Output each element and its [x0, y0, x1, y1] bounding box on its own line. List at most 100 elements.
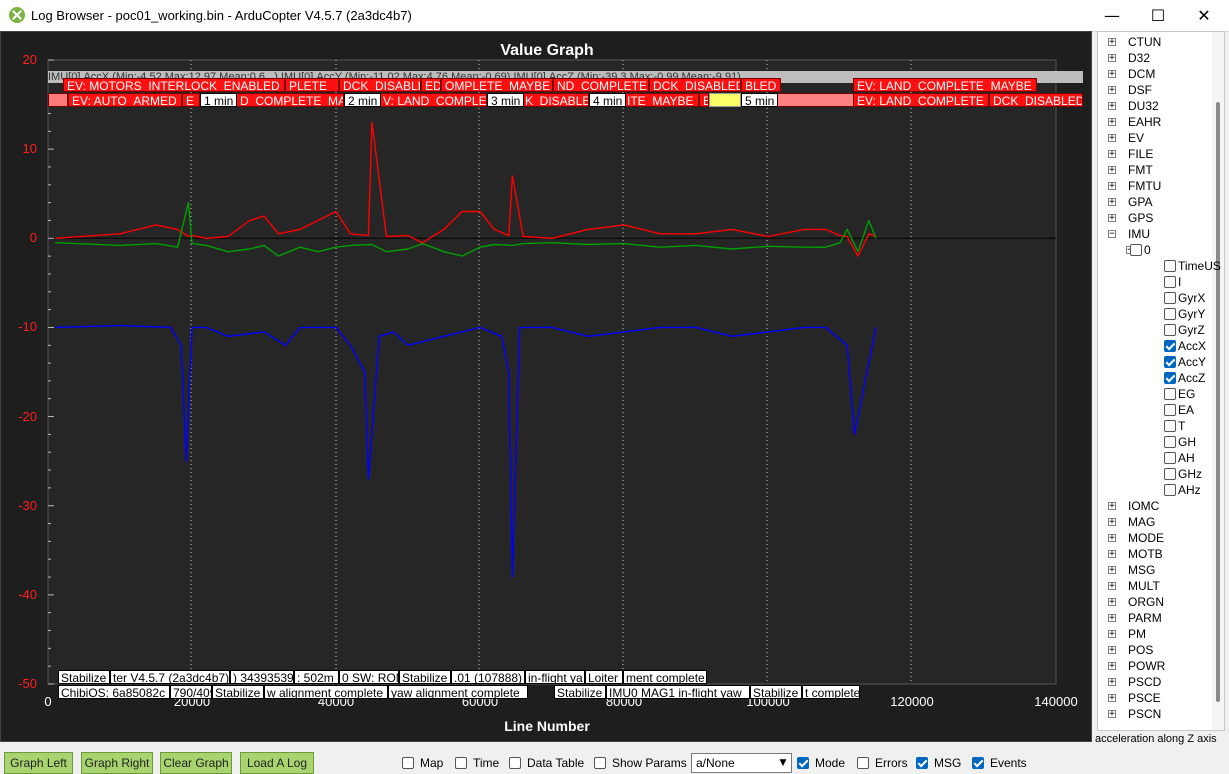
tree-item-eahr[interactable]: + EAHR: [1098, 114, 1213, 130]
field-checkbox[interactable]: [1164, 292, 1176, 304]
tree-field-gyrx[interactable]: GyrX: [1098, 290, 1213, 306]
expand-icon[interactable]: +: [1108, 150, 1116, 159]
tree-field-timeus[interactable]: TimeUS: [1098, 258, 1221, 274]
expand-icon[interactable]: +: [1108, 118, 1116, 127]
field-checkbox[interactable]: [1164, 484, 1176, 496]
tree-item-pos[interactable]: + POS: [1098, 642, 1213, 658]
expand-icon[interactable]: +: [1108, 102, 1116, 111]
tree-field-ahz[interactable]: AHz: [1098, 482, 1213, 498]
field-checkbox[interactable]: [1130, 244, 1142, 256]
mode-checkbox-box[interactable]: [797, 757, 809, 769]
tree-field-accx[interactable]: AccX: [1098, 338, 1213, 354]
chevron-down-icon[interactable]: ▼: [775, 754, 791, 772]
minimize-button[interactable]: —: [1089, 0, 1135, 31]
field-checkbox[interactable]: [1164, 276, 1176, 288]
collapse-icon[interactable]: −: [1108, 230, 1116, 239]
maximize-button[interactable]: ☐: [1135, 0, 1181, 31]
expand-icon[interactable]: +: [1108, 582, 1116, 591]
expand-icon[interactable]: +: [1108, 710, 1116, 719]
tree-item-mag[interactable]: + MAG: [1098, 514, 1213, 530]
expand-icon[interactable]: +: [1108, 38, 1116, 47]
tree-item-dcm[interactable]: + DCM: [1098, 66, 1213, 82]
field-checkbox[interactable]: [1164, 388, 1176, 400]
tree-item-msg[interactable]: + MSG: [1098, 562, 1213, 578]
graph-left-button[interactable]: Graph Left: [4, 752, 73, 774]
tree-field-i[interactable]: I: [1098, 274, 1213, 290]
expand-icon[interactable]: +: [1108, 550, 1116, 559]
tree-item-du32[interactable]: + DU32: [1098, 98, 1213, 114]
tree-item-d32[interactable]: + D32: [1098, 50, 1213, 66]
load-log-button[interactable]: Load A Log: [240, 752, 314, 774]
graph-right-button[interactable]: Graph Right: [81, 752, 153, 774]
tree-scrollbar[interactable]: [1212, 32, 1224, 730]
tree-scrollbar-thumb[interactable]: [1216, 102, 1220, 702]
show-params-checkbox-box[interactable]: [594, 757, 606, 769]
tree-item-imu[interactable]: − IMU: [1098, 226, 1213, 242]
close-button[interactable]: ✕: [1181, 0, 1227, 31]
tree-item-gpa[interactable]: + GPA: [1098, 194, 1213, 210]
tree-field-eg[interactable]: EG: [1098, 386, 1213, 402]
tree-item-ctun[interactable]: + CTUN: [1098, 34, 1213, 50]
tree-field-ghz[interactable]: GHz: [1098, 466, 1213, 482]
tree-field-ea[interactable]: EA: [1098, 402, 1213, 418]
field-checkbox[interactable]: [1164, 308, 1176, 320]
expand-icon[interactable]: +: [1108, 646, 1116, 655]
time-checkbox-box[interactable]: [455, 757, 467, 769]
tree-item-powr[interactable]: + POWR: [1098, 658, 1213, 674]
msg-checkbox-box[interactable]: [916, 757, 928, 769]
expand-icon[interactable]: +: [1108, 630, 1116, 639]
tree-item-motb[interactable]: + MOTB: [1098, 546, 1213, 562]
tree-item-file[interactable]: + FILE: [1098, 146, 1213, 162]
field-checkbox[interactable]: [1164, 340, 1176, 352]
tree-field-ah[interactable]: AH: [1098, 450, 1213, 466]
tree-item-mode[interactable]: + MODE: [1098, 530, 1213, 546]
field-checkbox[interactable]: [1164, 436, 1176, 448]
tree-item-pm[interactable]: + PM: [1098, 626, 1213, 642]
tree-field-t[interactable]: T: [1098, 418, 1213, 434]
tree-field-accy[interactable]: AccY: [1098, 354, 1213, 370]
tree-item-iomc[interactable]: + IOMC: [1098, 498, 1213, 514]
expand-icon[interactable]: +: [1108, 598, 1116, 607]
tree-item-pscn[interactable]: + PSCN: [1098, 706, 1213, 722]
field-checkbox[interactable]: [1164, 372, 1176, 384]
events-checkbox-box[interactable]: [972, 757, 984, 769]
field-checkbox[interactable]: [1164, 356, 1176, 368]
value-graph-panel[interactable]: Value Graph Line Number IMU[0].AccX (Min…: [0, 31, 1092, 742]
map-checkbox-box[interactable]: [402, 757, 414, 769]
expand-icon[interactable]: +: [1108, 70, 1116, 79]
field-checkbox[interactable]: [1164, 452, 1176, 464]
tree-item-fmtu[interactable]: + FMTU: [1098, 178, 1213, 194]
tree-item-parm[interactable]: + PARM: [1098, 610, 1213, 626]
tree-field-gh[interactable]: GH: [1098, 434, 1213, 450]
tree-item-psce[interactable]: + PSCE: [1098, 690, 1213, 706]
field-checkbox[interactable]: [1164, 468, 1176, 480]
tree-item-orgn[interactable]: + ORGN: [1098, 594, 1213, 610]
clear-graph-button[interactable]: Clear Graph: [160, 752, 232, 774]
expand-icon[interactable]: +: [1108, 662, 1116, 671]
expand-icon[interactable]: +: [1108, 54, 1116, 63]
value-graph-plot[interactable]: [1, 32, 1093, 743]
tree-item-gps[interactable]: + GPS: [1098, 210, 1213, 226]
expand-icon[interactable]: +: [1108, 134, 1116, 143]
expand-icon[interactable]: +: [1108, 86, 1116, 95]
expand-icon[interactable]: +: [1108, 502, 1116, 511]
field-checkbox[interactable]: [1164, 420, 1176, 432]
expand-icon[interactable]: +: [1108, 182, 1116, 191]
field-checkbox[interactable]: [1164, 404, 1176, 416]
expand-icon[interactable]: +: [1108, 694, 1116, 703]
data-table-checkbox-box[interactable]: [509, 757, 521, 769]
expand-icon[interactable]: +: [1108, 198, 1116, 207]
expand-icon[interactable]: +: [1108, 614, 1116, 623]
expand-icon[interactable]: +: [1108, 678, 1116, 687]
tree-item-dsf[interactable]: + DSF: [1098, 82, 1213, 98]
errors-checkbox-box[interactable]: [857, 757, 869, 769]
mode-source-dropdown[interactable]: a/None ▼: [691, 753, 792, 773]
tree-item-imu-instance[interactable]: −0: [1098, 242, 1213, 258]
expand-icon[interactable]: +: [1108, 214, 1116, 223]
field-checkbox[interactable]: [1164, 324, 1176, 336]
field-checkbox[interactable]: [1164, 260, 1176, 272]
tree-item-mult[interactable]: + MULT: [1098, 578, 1213, 594]
expand-icon[interactable]: +: [1108, 518, 1116, 527]
tree-field-accz[interactable]: AccZ: [1098, 370, 1213, 386]
tree-item-fmt[interactable]: + FMT: [1098, 162, 1213, 178]
